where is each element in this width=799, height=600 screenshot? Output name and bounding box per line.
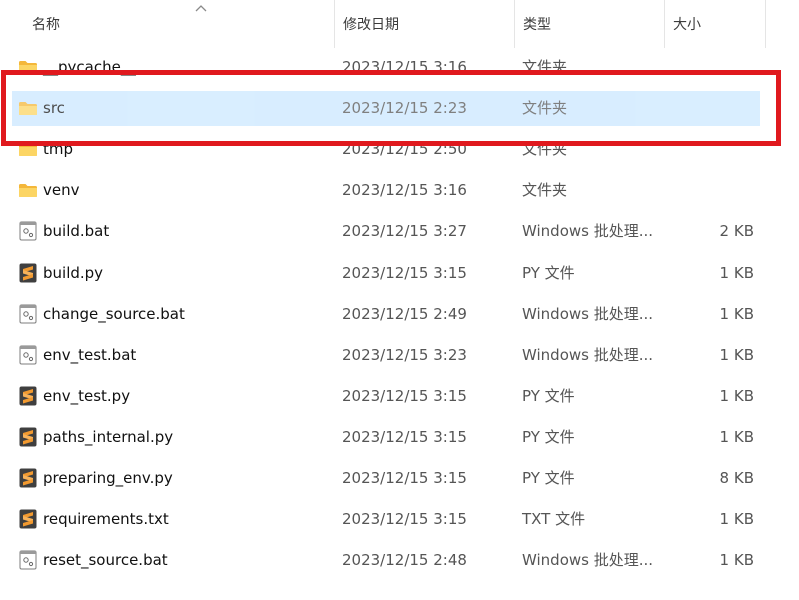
file-modified-date: 2023/12/15 3:27 <box>342 222 467 241</box>
file-size: 2 KB <box>719 222 754 241</box>
file-type: PY 文件 <box>522 263 575 282</box>
file-size: 8 KB <box>719 469 754 487</box>
column-header-size-label: 大小 <box>673 17 701 33</box>
folder-row[interactable]: __pycache__ 2023/12/15 3:16 文件夹 <box>12 50 760 85</box>
file-name: venv <box>43 181 80 200</box>
folder-icon <box>17 91 37 126</box>
column-header-date-label: 修改日期 <box>343 17 399 33</box>
column-header-name-label: 名称 <box>32 17 60 33</box>
file-name: paths_internal.py <box>43 427 174 446</box>
file-explorer-view: 名称 修改日期 类型 大小 __pycache__ 2023/12/15 3:16… <box>0 0 799 600</box>
file-modified-date: 2023/12/15 2:50 <box>342 140 467 159</box>
file-type: 文件夹 <box>522 58 568 76</box>
file-type: TXT 文件 <box>522 510 586 529</box>
file-size: 1 KB <box>719 386 754 405</box>
file-modified-date: 2023/12/15 2:49 <box>342 304 467 323</box>
file-name: tmp <box>43 140 74 159</box>
folder-icon <box>17 132 37 167</box>
file-name: preparing_env.py <box>43 469 173 487</box>
file-name: build.py <box>43 263 104 282</box>
file-row[interactable]: paths_internal.py 2023/12/15 3:15 PY 文件 1 K… <box>12 420 760 455</box>
file-modified-date: 2023/12/15 3:16 <box>342 58 467 76</box>
file-name: src <box>43 99 65 118</box>
file-row[interactable]: env_test.py 2023/12/15 3:15 PY 文件 1 KB <box>12 379 760 414</box>
file-size: 1 KB <box>719 551 754 570</box>
file-modified-date: 2023/12/15 3:15 <box>342 263 467 282</box>
file-row[interactable]: env_test.bat 2023/12/15 3:23 Windows 批处理..… <box>12 338 760 373</box>
file-size: 1 KB <box>719 427 754 446</box>
file-type: PY 文件 <box>522 427 575 446</box>
file-type: Windows 批处理... <box>522 551 654 570</box>
file-type: Windows 批处理... <box>522 222 654 241</box>
file-type: 文件夹 <box>522 181 568 200</box>
column-header-size[interactable]: 大小 <box>664 0 766 48</box>
file-row[interactable]: change_source.bat 2023/12/15 2:49 Windows … <box>12 297 760 332</box>
file-modified-date: 2023/12/15 3:15 <box>342 386 467 405</box>
column-header-type-label: 类型 <box>523 17 551 33</box>
folder-row[interactable]: src 2023/12/15 2:23 文件夹 <box>12 91 760 127</box>
file-type: 文件夹 <box>522 99 568 118</box>
file-type: 文件夹 <box>522 140 568 159</box>
file-row[interactable]: build.py 2023/12/15 3:15 PY 文件 1 KB <box>12 256 760 291</box>
file-type: PY 文件 <box>522 469 575 487</box>
sublime-file-icon <box>17 502 37 537</box>
batch-file-icon <box>17 338 37 373</box>
column-header-type[interactable]: 类型 <box>514 0 664 48</box>
file-row[interactable]: preparing_env.py 2023/12/15 3:15 PY 文件 8 KB <box>12 461 760 496</box>
column-header-bar: 名称 修改日期 类型 大小 <box>0 0 799 48</box>
file-name: env_test.bat <box>43 345 137 364</box>
folder-icon <box>17 173 37 208</box>
sublime-file-icon <box>17 256 37 291</box>
file-size: 1 KB <box>719 304 754 323</box>
folder-row[interactable]: venv 2023/12/15 3:16 文件夹 <box>12 173 760 208</box>
file-name: requirements.txt <box>43 510 169 529</box>
file-size: 1 KB <box>719 510 754 529</box>
sublime-file-icon <box>17 379 37 414</box>
file-size: 1 KB <box>719 345 754 364</box>
file-row[interactable]: reset_source.bat 2023/12/15 2:48 Windows 批… <box>12 543 760 578</box>
file-type: Windows 批处理... <box>522 304 654 323</box>
file-name: reset_source.bat <box>43 551 168 570</box>
file-modified-date: 2023/12/15 3:23 <box>342 345 467 364</box>
file-name: __pycache__ <box>43 58 136 76</box>
batch-file-icon <box>17 214 37 249</box>
file-name: build.bat <box>43 222 110 241</box>
file-name: change_source.bat <box>43 304 185 323</box>
file-size: 1 KB <box>719 263 754 282</box>
file-modified-date: 2023/12/15 2:48 <box>342 551 467 570</box>
column-header-name[interactable]: 名称 <box>22 0 334 48</box>
file-modified-date: 2023/12/15 3:15 <box>342 469 467 487</box>
batch-file-icon <box>17 543 37 578</box>
file-modified-date: 2023/12/15 3:15 <box>342 427 467 446</box>
file-type: Windows 批处理... <box>522 345 654 364</box>
file-modified-date: 2023/12/15 2:23 <box>342 99 467 118</box>
folder-icon <box>17 50 37 85</box>
file-modified-date: 2023/12/15 3:16 <box>342 181 467 200</box>
file-name: env_test.py <box>43 386 131 405</box>
folder-row[interactable]: tmp 2023/12/15 2:50 文件夹 <box>12 132 760 167</box>
file-modified-date: 2023/12/15 3:15 <box>342 510 467 529</box>
batch-file-icon <box>17 297 37 332</box>
sublime-file-icon <box>17 420 37 455</box>
file-type: PY 文件 <box>522 386 575 405</box>
sort-ascending-icon <box>195 5 207 12</box>
file-row[interactable]: build.bat 2023/12/15 3:27 Windows 批处理... 2 … <box>12 214 760 249</box>
sublime-file-icon <box>17 461 37 496</box>
file-row[interactable]: requirements.txt 2023/12/15 3:15 TXT 文件 1 K… <box>12 502 760 537</box>
column-header-date[interactable]: 修改日期 <box>334 0 514 48</box>
